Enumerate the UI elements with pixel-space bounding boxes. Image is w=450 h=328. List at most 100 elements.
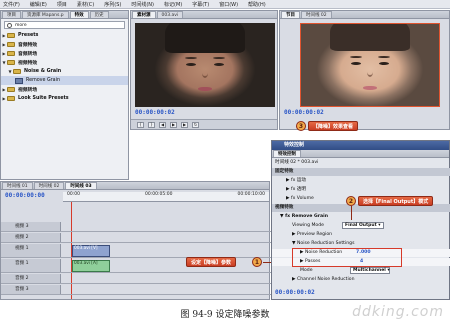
hair-shape bbox=[165, 23, 245, 53]
mode-dropdown[interactable]: Multichannel ▾ bbox=[350, 267, 390, 274]
tab-timeline-01[interactable]: 时间线 01 bbox=[2, 182, 33, 189]
menu-file[interactable]: 文件(F) bbox=[3, 1, 20, 8]
tab-source-clip[interactable]: 003.avi bbox=[156, 11, 184, 18]
audio-clip[interactable]: 003.avi [A] bbox=[72, 260, 110, 272]
effect-clip-label: 时间线 02 * 003.avi bbox=[275, 160, 319, 165]
opacity-effect-row[interactable]: ▶ fx 透明 bbox=[272, 186, 450, 194]
play-button[interactable]: ▶ bbox=[170, 121, 177, 128]
mouth-shape bbox=[198, 87, 212, 91]
source-monitor: 素材源 003.avi 00:00:00:02 { } ◀ ▶ ▶ ↻ bbox=[130, 10, 278, 130]
tree-item-audio-effects[interactable]: ▶ 音频特效 bbox=[1, 40, 128, 49]
effects-search-input[interactable]: more bbox=[4, 21, 125, 29]
effect-controls-title: 特效控制 bbox=[272, 141, 449, 150]
program-video-frame[interactable] bbox=[300, 23, 440, 107]
tab-timeline-03[interactable]: 时间线 03 bbox=[65, 182, 97, 189]
tab-timeline-02[interactable]: 时间线 02 bbox=[33, 182, 65, 189]
menu-bar: 文件(F) 编辑(E) 项目 素材(C) 序列(S) 时间线(N) 标记(M) … bbox=[0, 0, 450, 9]
opacity-label: 透明 bbox=[296, 187, 306, 192]
callout-2-number: 2 bbox=[346, 196, 356, 206]
timeline-ruler[interactable]: 00:00 00:00:05:00 00:00:10:00 bbox=[63, 192, 269, 202]
step-back-button[interactable]: ◀ bbox=[159, 121, 166, 128]
source-transport-bar: { } ◀ ▶ ▶ ↻ bbox=[131, 119, 277, 129]
folder-icon bbox=[13, 69, 21, 74]
search-icon bbox=[7, 23, 12, 28]
nose-shape bbox=[202, 68, 208, 78]
folder-icon bbox=[7, 51, 15, 56]
track-header: 音频 1 bbox=[1, 259, 61, 272]
menu-title[interactable]: 字幕(T) bbox=[192, 1, 209, 8]
preview-highlight-frame bbox=[300, 23, 440, 107]
channel-noise-row[interactable]: ▶ Channel Noise Reduction bbox=[272, 276, 450, 284]
track-audio-2[interactable]: 音频 2 bbox=[1, 274, 271, 284]
track-header: 视频 1 bbox=[1, 244, 61, 257]
tree-item-video-transitions[interactable]: ▶ 视频转场 bbox=[1, 85, 128, 94]
volume-label: Volume bbox=[296, 196, 314, 201]
track-video-2[interactable]: 视频 2 bbox=[1, 233, 271, 243]
track-name: 视频 2 bbox=[15, 235, 29, 240]
remove-grain-effect-row[interactable]: ▼ fx Remove Grain bbox=[272, 213, 450, 221]
ruler-label: 00:00 bbox=[67, 192, 80, 197]
menu-help[interactable]: 帮助(H) bbox=[248, 1, 266, 8]
source-video-frame[interactable] bbox=[135, 23, 275, 107]
viewing-mode-dropdown[interactable]: Final Output ▾ bbox=[342, 222, 384, 229]
source-tabbar: 素材源 003.avi bbox=[131, 11, 277, 19]
track-video-1[interactable]: 视频 1 003.avi [V] bbox=[1, 244, 271, 258]
callout-1-label: 设定【降噪】参数 bbox=[186, 257, 237, 267]
motion-effect-row[interactable]: ▶ fx 运动 bbox=[272, 177, 450, 185]
step-forward-button[interactable]: ▶ bbox=[181, 121, 188, 128]
brow-shape bbox=[213, 57, 225, 59]
tab-effect-controls[interactable]: 特效控制 bbox=[273, 150, 301, 157]
track-name: 音频 1 bbox=[15, 261, 29, 266]
project-tabbar: 项目 资源库 Mapans.p 特效 历史 bbox=[1, 11, 128, 19]
tab-effects[interactable]: 特效 bbox=[69, 11, 89, 18]
callout-2-leader bbox=[351, 206, 352, 220]
menu-timeline[interactable]: 时间线(N) bbox=[131, 1, 154, 8]
tree-item-audio-transitions[interactable]: ▶ 音频转场 bbox=[1, 49, 128, 58]
tree-item-noise-grain[interactable]: ▼ Noise & Grain bbox=[1, 67, 128, 76]
tab-history[interactable]: 历史 bbox=[89, 11, 109, 18]
callout-1-number: 1 bbox=[252, 257, 262, 267]
menu-window[interactable]: 窗口(W) bbox=[219, 1, 238, 8]
program-timecode[interactable]: 00:00:00:02 bbox=[284, 109, 324, 116]
viewing-mode-row: Viewing Mode Final Output ▾ bbox=[272, 222, 450, 230]
tree-item-remove-grain[interactable]: Remove Grain bbox=[1, 76, 128, 85]
tab-project[interactable]: 项目 bbox=[2, 11, 21, 18]
menu-sequence[interactable]: 序列(S) bbox=[104, 1, 121, 8]
channel-noise-label: Channel Noise Reduction bbox=[297, 277, 355, 282]
source-timecode[interactable]: 00:00:00:02 bbox=[135, 109, 175, 116]
menu-clip[interactable]: 素材(C) bbox=[77, 1, 94, 8]
track-header: 视频 3 bbox=[1, 222, 61, 231]
track-audio-3[interactable]: 音频 3 bbox=[1, 285, 271, 295]
callout-3-number: 3 bbox=[296, 121, 306, 131]
program-monitor: 节目 时间线 02 00:00:00:02 bbox=[279, 10, 450, 130]
tab-program-sequence[interactable]: 时间线 02 bbox=[301, 11, 332, 18]
ruler-label: 00:00:10:00 bbox=[237, 192, 265, 197]
effect-controls-timecode[interactable]: 00:00:00:02 bbox=[275, 289, 315, 296]
folder-icon bbox=[7, 60, 15, 65]
preview-region-row[interactable]: ▶ Preview Region bbox=[272, 231, 450, 239]
tab-source[interactable]: 素材源 bbox=[132, 11, 156, 18]
mark-in-button[interactable]: { bbox=[137, 121, 144, 128]
tab-program[interactable]: 节目 bbox=[281, 11, 300, 18]
clip-label: 003.avi [A] bbox=[74, 261, 98, 266]
mode-label: Mode bbox=[300, 268, 313, 273]
menu-edit[interactable]: 编辑(E) bbox=[30, 1, 47, 8]
menu-marker[interactable]: 标记(M) bbox=[164, 1, 182, 8]
track-video-3[interactable]: 视频 3 bbox=[1, 222, 271, 232]
menu-project[interactable]: 项目 bbox=[57, 1, 67, 8]
track-name: 视频 1 bbox=[15, 246, 29, 251]
program-tabbar: 节目 时间线 02 bbox=[280, 11, 449, 19]
param-highlight-box bbox=[292, 248, 402, 267]
noise-settings-label: Noise Reduction Settings bbox=[297, 241, 355, 246]
tree-item-video-effects[interactable]: ▼ 视频特效 bbox=[1, 58, 128, 67]
tree-item-presets[interactable]: ▶ Presets bbox=[1, 31, 128, 40]
tab-library[interactable]: 资源库 Mapans.p bbox=[22, 11, 69, 18]
noise-settings-row[interactable]: ▼ Noise Reduction Settings bbox=[272, 240, 450, 248]
mark-out-button[interactable]: } bbox=[148, 121, 155, 128]
tree-item-look-suite[interactable]: ▶ Look Suite Presets bbox=[1, 94, 128, 103]
video-clip[interactable]: 003.avi [V] bbox=[72, 245, 110, 257]
loop-button[interactable]: ↻ bbox=[192, 121, 199, 128]
timeline-timecode[interactable]: 00:00:00:00 bbox=[5, 192, 45, 199]
brow-shape bbox=[185, 57, 197, 59]
effect-icon bbox=[15, 77, 23, 84]
